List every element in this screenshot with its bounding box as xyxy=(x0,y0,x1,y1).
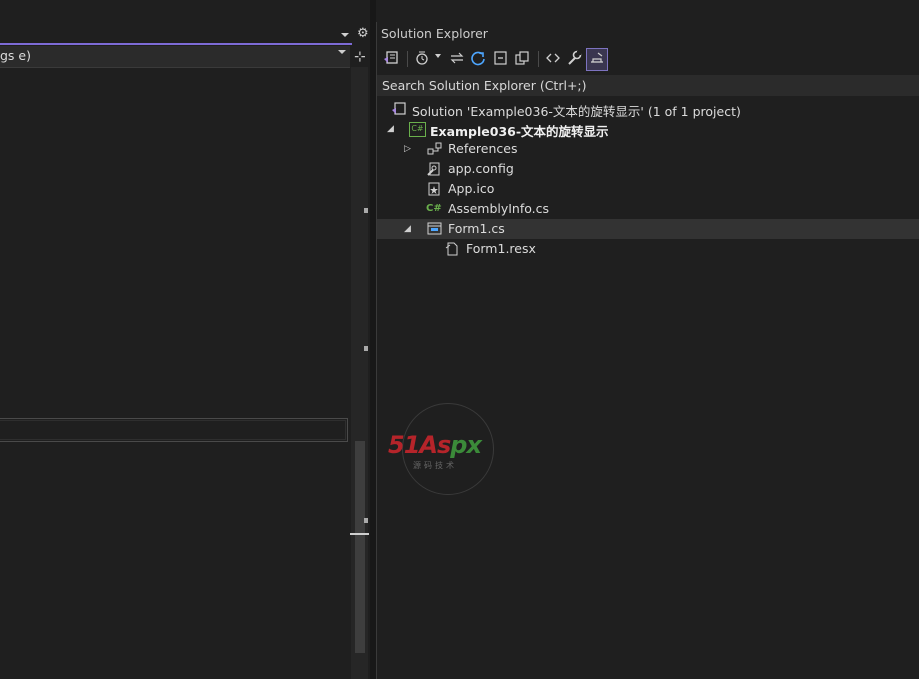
tree-row-references[interactable]: ▷ References xyxy=(377,139,919,159)
member-dropdown-label: gs e) xyxy=(0,48,31,63)
show-all-files-icon[interactable] xyxy=(514,50,530,71)
chevron-down-icon[interactable] xyxy=(435,54,441,58)
switch-views-icon[interactable] xyxy=(383,50,400,71)
references-icon xyxy=(427,142,443,160)
watermark-subtitle: 源码技术 xyxy=(413,461,457,470)
window-dropdown-icon[interactable] xyxy=(341,33,349,37)
member-dropdown[interactable] xyxy=(0,46,350,68)
editor-input-box-inner xyxy=(0,420,346,440)
preview-selected-items-icon xyxy=(589,50,605,71)
tree-item-label: app.config xyxy=(448,161,514,176)
scroll-marker xyxy=(364,208,368,213)
watermark-logo: 51Aspx xyxy=(388,431,482,459)
tree-row-app-config[interactable]: app.config xyxy=(377,159,919,179)
collapse-all-icon[interactable] xyxy=(493,50,509,71)
refresh-icon[interactable] xyxy=(470,50,486,71)
csharp-file-icon: C# xyxy=(426,203,442,214)
csharp-project-icon: C# xyxy=(409,122,426,137)
properties-wrench-icon[interactable] xyxy=(566,50,582,71)
tree-item-label: Solution 'Example036-文本的旋转显示' (1 of 1 pr… xyxy=(412,104,741,119)
split-window-icon[interactable]: ⊹ xyxy=(354,49,366,65)
tree-row-project[interactable]: ◢ C# Example036-文本的旋转显示 xyxy=(377,119,919,139)
scroll-marker xyxy=(364,518,368,523)
view-code-icon[interactable] xyxy=(545,50,561,71)
search-placeholder: Search Solution Explorer (Ctrl+;) xyxy=(382,78,587,93)
tree-row-form1-resx[interactable]: Form1.resx xyxy=(377,239,919,259)
editor-tab-strip xyxy=(0,22,370,44)
tree-item-label: Form1.resx xyxy=(466,241,536,256)
tree-item-label: Example036-文本的旋转显示 xyxy=(430,124,609,139)
chevron-down-icon[interactable] xyxy=(338,50,346,54)
form-icon xyxy=(427,222,442,239)
scrollbar-thumb[interactable] xyxy=(355,441,365,653)
collapse-arrow-icon[interactable]: ◢ xyxy=(404,224,411,234)
resx-file-icon xyxy=(445,242,459,260)
editor-pane xyxy=(0,0,370,679)
tree-row-solution[interactable]: Solution 'Example036-文本的旋转显示' (1 of 1 pr… xyxy=(377,99,919,119)
tree-item-label: References xyxy=(448,141,518,156)
collapse-arrow-icon[interactable]: ◢ xyxy=(387,124,394,134)
config-file-icon xyxy=(427,162,441,180)
expand-arrow-icon[interactable]: ▷ xyxy=(404,144,411,154)
tree-item-label: App.ico xyxy=(448,181,495,196)
gear-icon[interactable]: ⚙ xyxy=(357,26,369,41)
scroll-marker xyxy=(364,346,368,351)
active-tab-indicator xyxy=(0,43,352,45)
solution-explorer-title: Solution Explorer xyxy=(381,26,488,41)
solution-icon xyxy=(392,102,407,120)
tree-row-assemblyinfo[interactable]: C# AssemblyInfo.cs xyxy=(377,199,919,219)
sync-active-document-icon[interactable] xyxy=(449,50,465,71)
tree-item-label: AssemblyInfo.cs xyxy=(448,201,550,216)
icon-file-icon xyxy=(427,182,441,200)
tree-row-form1[interactable]: ◢ Form1.cs xyxy=(377,219,919,239)
scroll-caret-marker xyxy=(350,533,369,535)
pending-changes-icon[interactable] xyxy=(415,50,429,71)
tree-row-app-ico[interactable]: App.ico xyxy=(377,179,919,199)
tree-item-label: Form1.cs xyxy=(448,221,505,236)
toolbar-separator xyxy=(538,51,539,67)
toolbar-separator xyxy=(407,51,408,67)
